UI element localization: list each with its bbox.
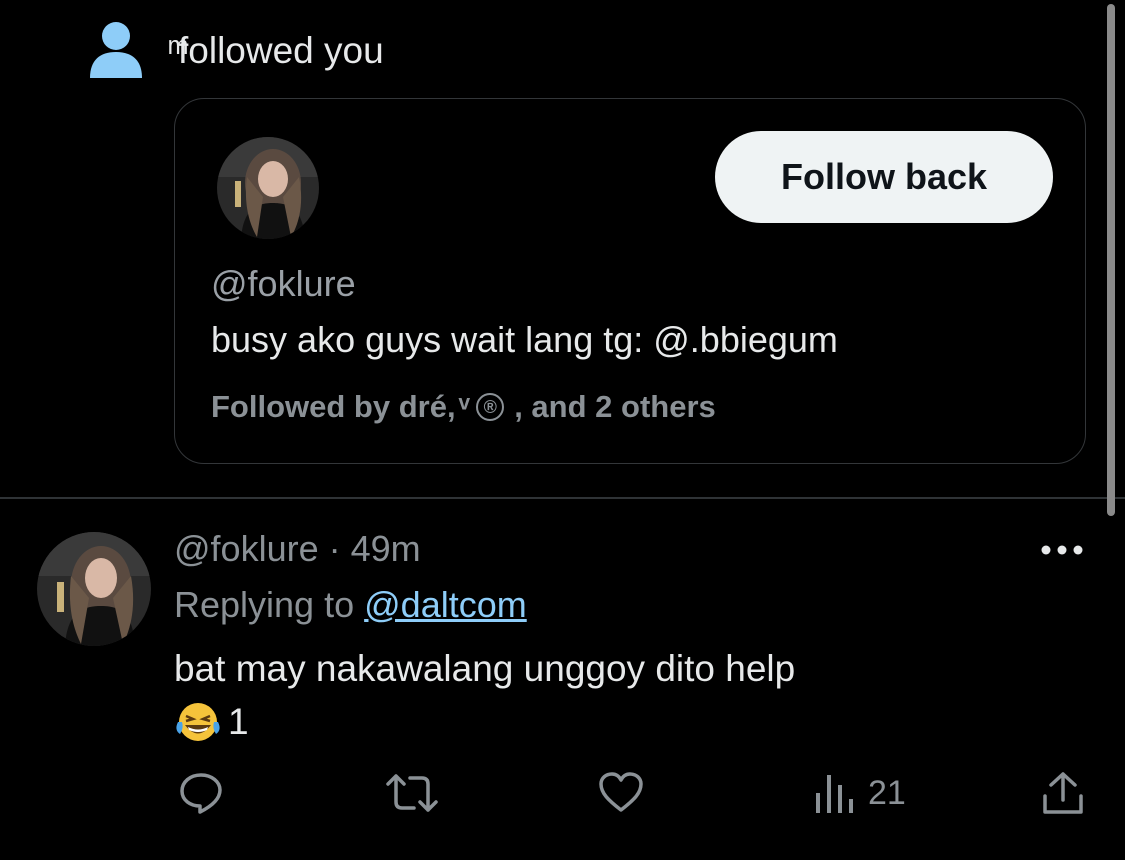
tweet-time: · 49m bbox=[328, 528, 421, 569]
scrollbar[interactable] bbox=[1107, 4, 1115, 516]
notifications-page: ͫfollowed you Follow back @foklure busy … bbox=[0, 0, 1125, 860]
follow-back-button[interactable]: Follow back bbox=[715, 131, 1053, 223]
retweet-icon bbox=[386, 774, 438, 812]
tweet-avatar[interactable] bbox=[37, 532, 151, 646]
tweet-text: bat may nakawalang unggoy dito help bbox=[174, 648, 796, 689]
views-bar-chart-icon bbox=[816, 775, 853, 813]
person-icon bbox=[90, 22, 142, 78]
heart-icon bbox=[599, 772, 643, 812]
followed-by-suffix: , and 2 others bbox=[514, 389, 716, 424]
tweet-header: @foklure · 49m bbox=[174, 528, 421, 570]
replying-to-line: Replying to @daltcom bbox=[174, 584, 527, 626]
tweet-reaction: 1 bbox=[174, 700, 249, 744]
followed-by-text: Followed by dré, ͮ ® , and 2 others bbox=[211, 389, 716, 425]
share-icon bbox=[1043, 772, 1083, 814]
views-count: 21 bbox=[868, 773, 906, 812]
share-button[interactable] bbox=[1042, 770, 1084, 816]
like-button[interactable] bbox=[598, 770, 644, 816]
views-button[interactable]: 21 bbox=[814, 770, 906, 816]
reply-icon bbox=[180, 773, 222, 814]
laughing-tears-emoji-icon bbox=[176, 703, 220, 741]
tweet-handle[interactable]: @foklure bbox=[174, 528, 319, 569]
retweet-button[interactable] bbox=[386, 770, 438, 816]
reaction-count: 1 bbox=[228, 701, 249, 742]
divider bbox=[0, 497, 1125, 499]
profile-bio: busy ako guys wait lang tg: @.bbiegum bbox=[211, 319, 838, 360]
notification-text: ͫfollowed you bbox=[178, 30, 384, 71]
avatar[interactable] bbox=[217, 137, 319, 239]
replying-label: Replying to bbox=[174, 584, 355, 625]
reply-button[interactable] bbox=[178, 770, 224, 816]
profile-card[interactable]: Follow back @foklure busy ako guys wait … bbox=[174, 98, 1086, 464]
profile-handle[interactable]: @foklure bbox=[211, 263, 356, 305]
more-options-icon[interactable] bbox=[1038, 540, 1086, 560]
followed-by-prefix: Followed by dré, ͮ bbox=[211, 389, 465, 424]
registered-icon: ® bbox=[476, 393, 505, 421]
replying-to-link[interactable]: @daltcom bbox=[364, 584, 527, 625]
